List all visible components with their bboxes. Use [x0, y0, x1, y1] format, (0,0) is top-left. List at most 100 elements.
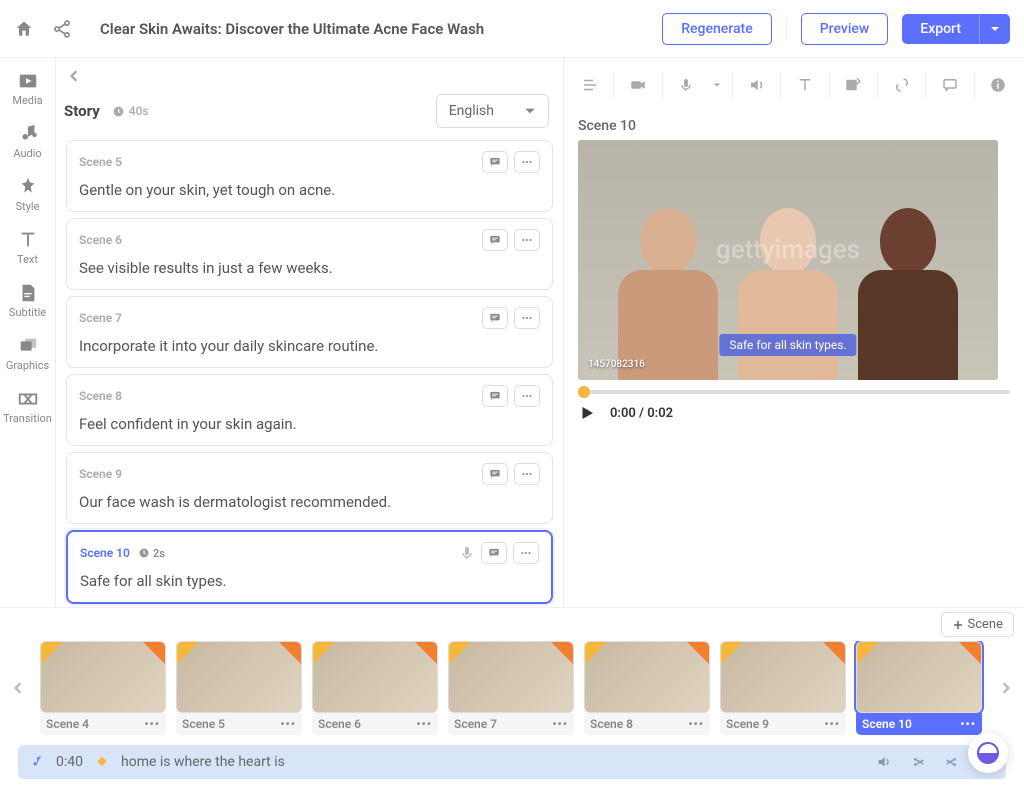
- export-button[interactable]: Export: [902, 14, 979, 44]
- separator: [786, 17, 787, 41]
- share-icon[interactable]: [52, 19, 72, 39]
- thumb-label: Scene 10: [862, 717, 912, 731]
- sidenav-label: Media: [12, 94, 42, 107]
- sidenav-label: Text: [17, 253, 38, 266]
- timeline-thumb[interactable]: Scene 6 •••: [312, 641, 438, 735]
- preview-subtitle: Safe for all skin types.: [719, 334, 856, 356]
- play-button-icon[interactable]: [578, 404, 596, 422]
- scene-card[interactable]: Scene 9Our face wash is dermatologist re…: [66, 452, 553, 524]
- timeline-thumb[interactable]: Scene 4•••: [40, 641, 166, 735]
- sidenav-item-transition[interactable]: Transition: [0, 384, 55, 429]
- thumb-label: Scene 5: [182, 717, 225, 731]
- scene-card[interactable]: Scene 102sSafe for all skin types.: [66, 530, 553, 604]
- timeline-prev-icon[interactable]: [6, 675, 30, 701]
- preview-toolbar: [564, 58, 1024, 112]
- thumb-menu-icon[interactable]: •••: [688, 717, 704, 731]
- scene-card[interactable]: Scene 7 Incorporate it into your daily sk…: [66, 296, 553, 368]
- story-panel: Story 40s English Scene 5Gentle on your …: [56, 58, 564, 607]
- scene-duration: 2s: [138, 547, 165, 560]
- scene-card[interactable]: Scene 5Gentle on your skin, yet tough on…: [66, 140, 553, 212]
- main: Media Audio Style Text Subtitle Graphics…: [0, 58, 1024, 607]
- sidenav-item-text[interactable]: Text: [0, 225, 55, 270]
- sidenav-item-media[interactable]: Media: [0, 66, 55, 111]
- notes-icon[interactable]: [481, 542, 507, 564]
- image-edit-icon[interactable]: [836, 67, 871, 103]
- timeline-thumb[interactable]: Scene 8•••: [584, 641, 710, 735]
- thumb-label: Scene 7: [454, 717, 497, 731]
- thumb-label: Scene 6: [318, 717, 361, 731]
- scene-menu-icon[interactable]: [514, 463, 540, 485]
- scene-text: Incorporate it into your daily skincare …: [79, 337, 540, 355]
- notes-icon[interactable]: [482, 463, 508, 485]
- text-tool-icon[interactable]: [787, 67, 822, 103]
- audio-bar[interactable]: 0:40 home is where the heart is: [18, 745, 1006, 779]
- timeline-thumb[interactable]: Scene 10 •••: [856, 641, 982, 735]
- image-id: 1457082316: [588, 359, 645, 370]
- language-select[interactable]: English: [436, 94, 549, 128]
- thumb-menu-icon[interactable]: •••: [960, 717, 976, 731]
- audio-time: 0:40: [56, 754, 83, 770]
- sidenav-label: Audio: [13, 147, 41, 160]
- align-icon[interactable]: [572, 67, 607, 103]
- preview-scene-label: Scene 10: [578, 118, 1010, 134]
- home-icon[interactable]: [14, 19, 34, 39]
- audio-volume-icon[interactable]: [876, 754, 892, 770]
- sidenav-label: Graphics: [6, 359, 49, 372]
- sidenav-label: Subtitle: [9, 306, 46, 319]
- timeline-next-icon[interactable]: [994, 675, 1018, 701]
- scene-menu-icon[interactable]: [513, 542, 539, 564]
- sidenav-item-style[interactable]: Style: [0, 172, 55, 217]
- sidenav-label: Transition: [3, 412, 52, 425]
- scene-menu-icon[interactable]: [514, 229, 540, 251]
- sidenav-item-audio[interactable]: Audio: [0, 119, 55, 164]
- thumb-menu-icon[interactable]: •••: [280, 717, 296, 731]
- info-icon[interactable]: [981, 67, 1016, 103]
- preview-video[interactable]: gettyimages 1457082316 Safe for all skin…: [578, 140, 998, 380]
- sidenav-item-subtitle[interactable]: Subtitle: [0, 278, 55, 323]
- thumb-menu-icon[interactable]: •••: [416, 717, 432, 731]
- timeline-thumb[interactable]: Scene 7 •••: [448, 641, 574, 735]
- preview-button[interactable]: Preview: [801, 13, 889, 45]
- scene-label: Scene 5: [79, 155, 122, 169]
- scene-menu-icon[interactable]: [514, 385, 540, 407]
- link-icon[interactable]: [884, 67, 919, 103]
- scene-label: Scene 7: [79, 311, 122, 325]
- sidenav-label: Style: [16, 200, 40, 213]
- scene-menu-icon[interactable]: [514, 307, 540, 329]
- volume-icon[interactable]: [739, 67, 774, 103]
- mic-icon[interactable]: [459, 545, 475, 561]
- audio-trim-start-icon[interactable]: [910, 754, 926, 770]
- scene-text: Safe for all skin types.: [80, 572, 539, 590]
- scenes-list[interactable]: Scene 5Gentle on your skin, yet tough on…: [56, 136, 563, 607]
- story-header: [56, 58, 563, 94]
- camera-icon[interactable]: [620, 67, 655, 103]
- scene-card[interactable]: Scene 6See visible results in just a few…: [66, 218, 553, 290]
- timeline-thumb[interactable]: Scene 9•••: [720, 641, 846, 735]
- help-fab[interactable]: [968, 733, 1008, 773]
- scene-text: Feel confident in your skin again.: [79, 415, 540, 433]
- timeline-thumb[interactable]: Scene 5 •••: [176, 641, 302, 735]
- sidenav-item-graphics[interactable]: Graphics: [0, 331, 55, 376]
- story-duration: 40s: [112, 104, 149, 118]
- back-chevron-icon[interactable]: [64, 66, 84, 86]
- comment-icon[interactable]: [932, 67, 967, 103]
- thumb-menu-icon[interactable]: •••: [144, 717, 160, 731]
- playback-time: 0:00 / 0:02: [610, 406, 673, 421]
- audio-trim-end-icon[interactable]: [944, 754, 960, 770]
- timeline-thumbs: Scene 4••• Scene 5 ••• Scene 6 ••• Scene 7 •••…: [40, 641, 984, 735]
- scrubber[interactable]: [578, 390, 1010, 394]
- add-scene-button[interactable]: Scene: [941, 612, 1015, 637]
- scene-menu-icon[interactable]: [514, 151, 540, 173]
- notes-icon[interactable]: [482, 385, 508, 407]
- music-note-icon: [30, 755, 44, 769]
- export-dropdown-button[interactable]: [979, 14, 1010, 44]
- mic-icon[interactable]: [669, 67, 704, 103]
- notes-icon[interactable]: [482, 307, 508, 329]
- regenerate-button[interactable]: Regenerate: [662, 13, 771, 45]
- thumb-menu-icon[interactable]: •••: [824, 717, 840, 731]
- mic-dropdown-icon[interactable]: [708, 67, 726, 103]
- notes-icon[interactable]: [482, 229, 508, 251]
- scene-card[interactable]: Scene 8Feel confident in your skin again…: [66, 374, 553, 446]
- notes-icon[interactable]: [482, 151, 508, 173]
- thumb-menu-icon[interactable]: •••: [552, 717, 568, 731]
